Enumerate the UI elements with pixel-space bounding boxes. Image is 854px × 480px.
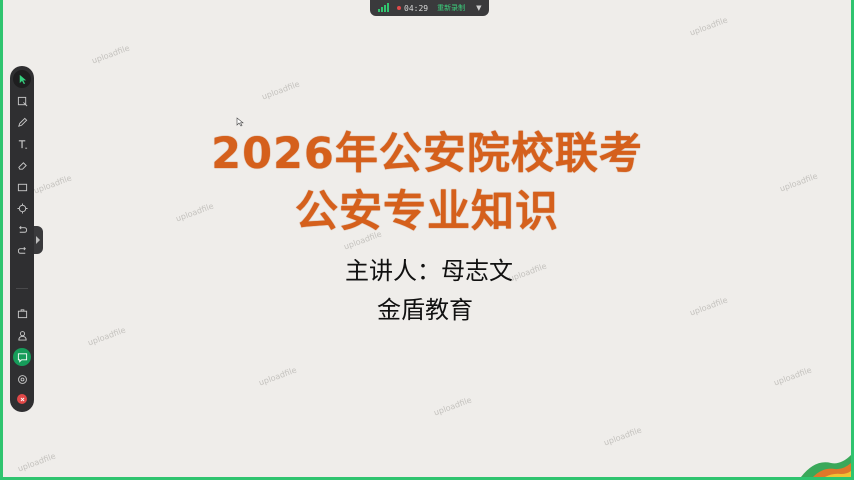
- watermark: uploadfile: [688, 15, 729, 38]
- watermark: uploadfile: [260, 79, 301, 102]
- chat-icon: [17, 352, 27, 363]
- recording-bar: 04:29 重新录制 ▼: [370, 0, 489, 16]
- watermark: uploadfile: [16, 451, 57, 474]
- pointer-icon: [19, 74, 26, 84]
- settings-button[interactable]: [12, 370, 32, 388]
- watermark: uploadfile: [90, 43, 131, 66]
- toolbox-button[interactable]: [12, 304, 32, 322]
- watermark: uploadfile: [86, 325, 127, 348]
- participants-button[interactable]: [12, 326, 32, 344]
- corner-decoration: [801, 455, 851, 477]
- user-icon: [17, 330, 27, 341]
- text-tool-button[interactable]: [12, 135, 32, 153]
- rerecord-button[interactable]: 重新录制: [437, 3, 465, 13]
- eraser-icon: [17, 161, 27, 170]
- select-icon: [17, 96, 27, 106]
- eraser-tool-button[interactable]: [12, 156, 32, 174]
- undo-button[interactable]: [12, 220, 32, 238]
- briefcase-icon: [17, 308, 27, 318]
- toolbar-divider: [16, 288, 28, 289]
- laser-pointer-icon: [16, 202, 28, 214]
- recording-timer: 04:29: [404, 3, 429, 13]
- select-tool-button[interactable]: [12, 92, 32, 110]
- rectangle-tool-button[interactable]: [12, 178, 32, 196]
- slide-title-line1: 2026年公安院校联考: [211, 129, 643, 179]
- pen-icon: [17, 117, 27, 127]
- text-icon: [18, 139, 27, 149]
- redo-icon: [17, 246, 26, 254]
- slide-title-line2: 公安专业知识: [295, 187, 559, 237]
- undo-icon: [18, 225, 27, 233]
- slide-canvas[interactable]: uploadfile uploadfile uploadfile uploadf…: [3, 0, 851, 477]
- collapse-arrow-icon: [36, 236, 40, 244]
- caret-down-icon[interactable]: ▼: [476, 4, 481, 12]
- watermark: uploadfile: [602, 425, 643, 448]
- signal-bars-icon: [378, 3, 389, 12]
- close-toolbar-button[interactable]: [12, 390, 32, 408]
- chat-button[interactable]: [12, 348, 32, 366]
- toolbar-collapse-handle[interactable]: [34, 226, 43, 254]
- close-icon: [20, 397, 24, 401]
- lecturer-name: 主讲人：母志文: [345, 257, 513, 285]
- annotation-toolbar: [10, 66, 34, 412]
- organization-name: 金盾教育: [377, 296, 473, 324]
- mouse-cursor-icon: [236, 117, 244, 127]
- watermark: uploadfile: [772, 365, 813, 388]
- watermark: uploadfile: [432, 395, 473, 418]
- pen-tool-button[interactable]: [12, 113, 32, 131]
- watermark: uploadfile: [257, 365, 298, 388]
- redo-button[interactable]: [12, 241, 32, 259]
- rectangle-icon: [17, 183, 27, 191]
- recording-indicator: [397, 6, 401, 10]
- laser-pointer-tool-button[interactable]: [12, 199, 32, 217]
- settings-icon: [17, 374, 27, 384]
- pointer-tool-button[interactable]: [12, 70, 32, 88]
